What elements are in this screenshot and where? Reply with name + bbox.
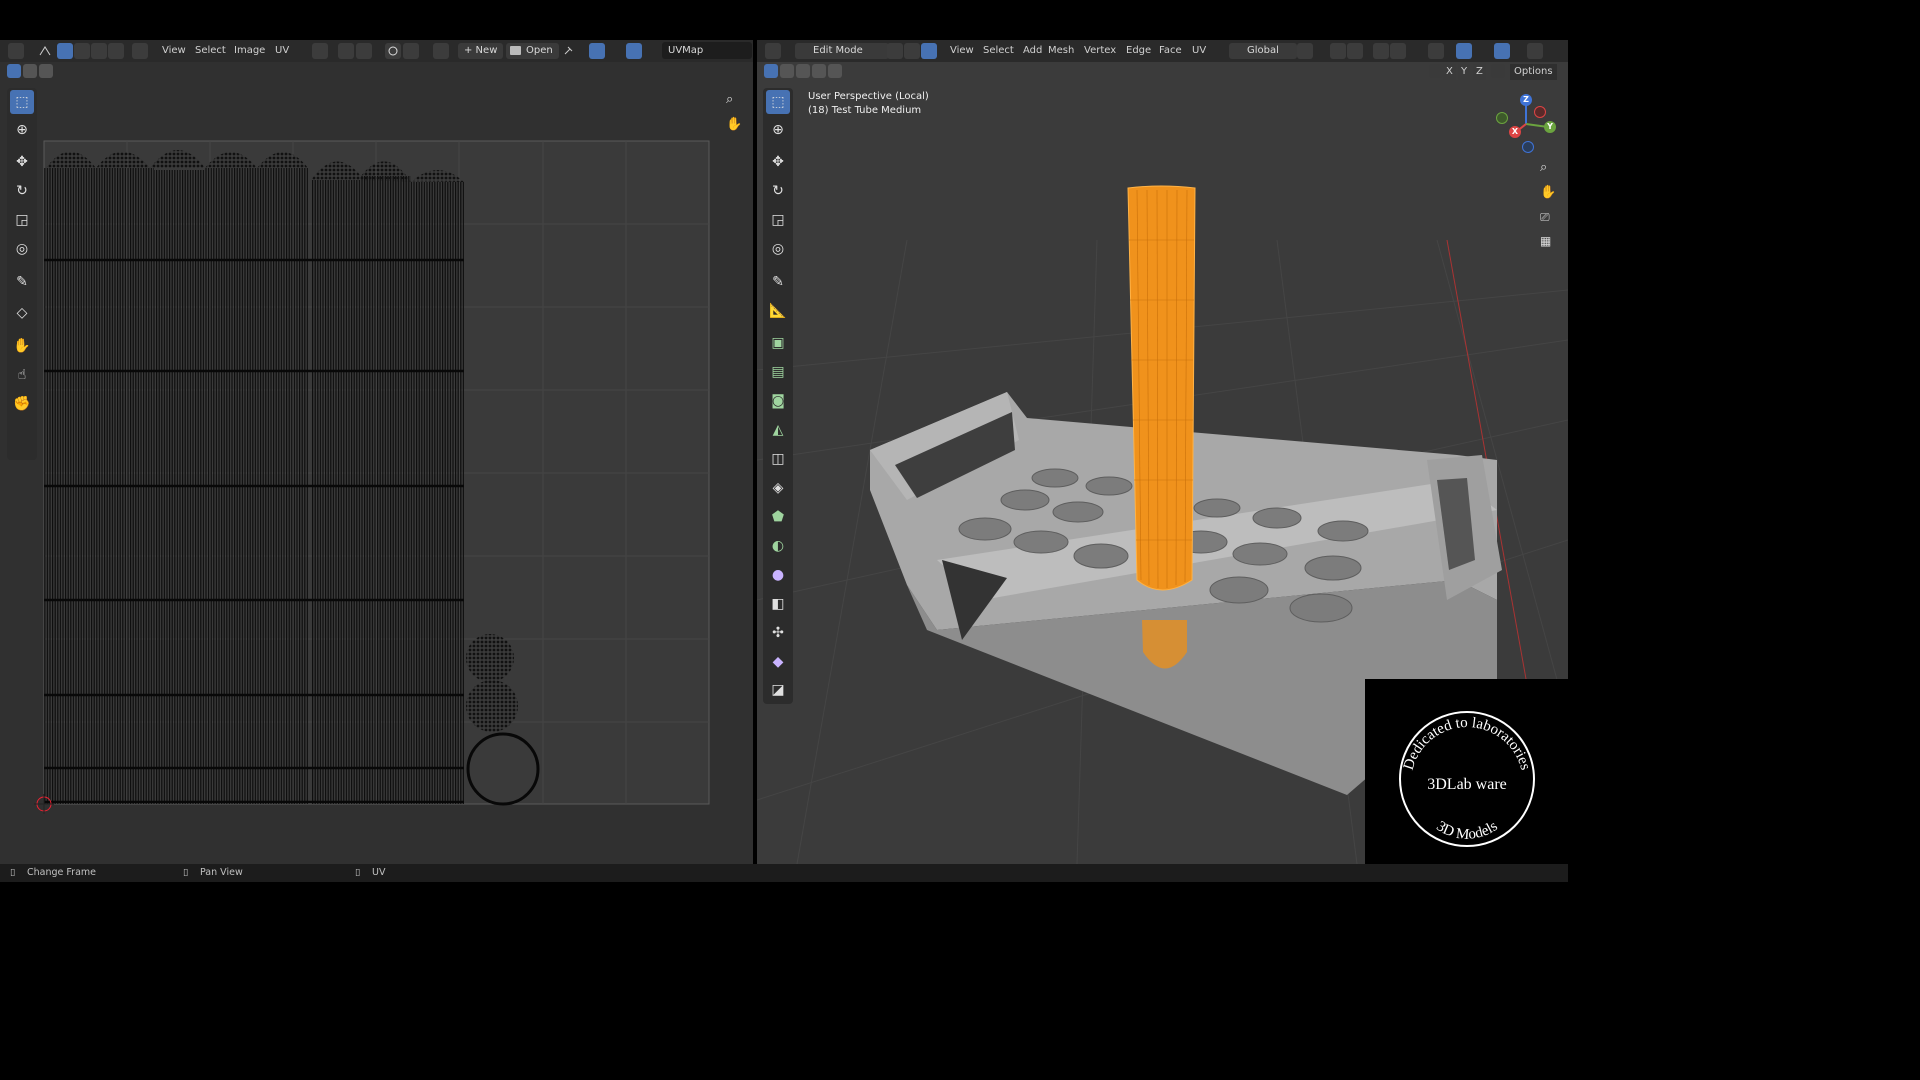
vp-falloff-icon[interactable] — [1390, 43, 1406, 59]
svg-text:Dedicated to laboratories: Dedicated to laboratories — [1401, 715, 1534, 772]
watermark-panel: Dedicated to laboratories 3DLab ware 3D … — [1365, 679, 1568, 864]
poly-build-tool[interactable]: ⬟ — [766, 505, 790, 529]
face-mode-icon[interactable] — [921, 43, 937, 59]
vp-menu-add[interactable]: Add — [1019, 43, 1046, 59]
watermark-arc-top: Dedicated to laboratories — [1401, 715, 1534, 772]
camera-icon[interactable]: ⎚ — [1540, 210, 1550, 225]
vp-select-invert-icon[interactable] — [812, 64, 826, 78]
vp-zoom-icon[interactable]: ⌕ — [1540, 160, 1547, 175]
vp-menu-mesh[interactable]: Mesh — [1044, 43, 1078, 59]
watermark-seal: Dedicated to laboratories 3DLab ware 3D … — [1399, 711, 1535, 847]
viewport-header: Edit Mode View Select Add Mesh Vertex Ed… — [757, 40, 1568, 62]
inset-tool[interactable]: ◙ — [766, 389, 790, 413]
gizmo-neg-z[interactable] — [1522, 141, 1534, 153]
gizmo-x[interactable]: X — [1509, 126, 1521, 138]
vp-scale-tool[interactable]: ◲ — [766, 208, 790, 232]
status-pan-view: Pan View — [200, 867, 243, 878]
vp-move-tool[interactable]: ✥ — [766, 150, 790, 174]
vp-gizmo-icon[interactable] — [1456, 43, 1472, 59]
vp-select-subtract-icon[interactable] — [796, 64, 810, 78]
status-uv: UV — [372, 867, 386, 878]
viewport-subheader: X Y Z Options — [757, 62, 1568, 82]
navigation-gizmo[interactable]: Z Y X — [1494, 92, 1558, 156]
top-black-bar — [0, 0, 1568, 40]
status-bar: ▯ Change Frame ▯ Pan View ▯ UV — [0, 864, 1568, 882]
gizmo-neg-y[interactable] — [1496, 112, 1508, 124]
watermark-arc-bottom: 3D Models — [1433, 818, 1500, 843]
mouse-icon-2: ▯ — [183, 867, 189, 878]
mouse-icon-1: ▯ — [10, 867, 16, 878]
rip-region-tool[interactable]: ◪ — [766, 678, 790, 702]
viewport-toolbar: ⬚ ⊕ ✥ ↻ ◲ ◎ ✎ 📐 ▣ ▤ ◙ ◭ ◫ ◈ ⬟ ◐ ● ◧ ✣ ◆ … — [763, 88, 793, 704]
view-name-text: User Perspective (Local) — [808, 91, 929, 102]
smooth-tool[interactable]: ● — [766, 563, 790, 587]
mode-label: Edit Mode — [813, 45, 863, 56]
uv-islands — [44, 150, 540, 806]
shrink-fatten-tool[interactable]: ✣ — [766, 621, 790, 645]
visibility-icon[interactable] — [1428, 43, 1444, 59]
vp-menu-edge[interactable]: Edge — [1122, 43, 1155, 59]
mode-dropdown[interactable]: Edit Mode — [795, 43, 889, 59]
spin-tool[interactable]: ◐ — [766, 534, 790, 558]
mouse-icon-3: ▯ — [355, 867, 361, 878]
gizmo-z[interactable]: Z — [1520, 94, 1532, 106]
pivot-point-icon[interactable] — [1297, 43, 1313, 59]
vertex-mode-icon[interactable] — [887, 43, 903, 59]
vp-select-box-tool[interactable]: ⬚ — [766, 90, 790, 114]
gizmo-neg-x[interactable] — [1534, 106, 1546, 118]
mirror-y[interactable]: Y — [1458, 64, 1471, 80]
vp-annotate-tool[interactable]: ✎ — [766, 270, 790, 294]
edge-slide-tool[interactable]: ◧ — [766, 592, 790, 616]
auto-merge-icon[interactable] — [1491, 64, 1505, 78]
svg-text:3D Models: 3D Models — [1433, 818, 1500, 843]
options-dropdown[interactable]: Options — [1510, 64, 1557, 80]
vp-select-new-icon[interactable] — [764, 64, 778, 78]
measure-tool[interactable]: 📐 — [766, 299, 790, 323]
mirror-icon[interactable] — [1429, 64, 1443, 78]
loop-cut-tool[interactable]: ◫ — [766, 447, 790, 471]
vp-select-extend-icon[interactable] — [780, 64, 794, 78]
vp-rotate-tool[interactable]: ↻ — [766, 179, 790, 203]
viewport-info: User Perspective (Local) (18) Test Tube … — [808, 90, 929, 118]
gizmo-y[interactable]: Y — [1544, 121, 1556, 133]
orientation-dropdown[interactable]: Global — [1229, 43, 1297, 59]
vp-menu-view[interactable]: View — [946, 43, 978, 59]
vp-snap-target-icon[interactable] — [1347, 43, 1363, 59]
vp-transform-tool[interactable]: ◎ — [766, 237, 790, 261]
uv-editor-area[interactable]: View Select Image UV + New Open UVMap ⬚ … — [0, 40, 753, 864]
vp-menu-vertex[interactable]: Vertex — [1080, 43, 1120, 59]
vp-select-intersect-icon[interactable] — [828, 64, 842, 78]
add-cube-tool[interactable]: ▣ — [766, 331, 790, 355]
viewport-editor-type-icon[interactable] — [765, 43, 781, 59]
vp-hand-icon[interactable]: ✋ — [1540, 185, 1556, 200]
edge-mode-icon[interactable] — [904, 43, 920, 59]
vp-snap-icon[interactable] — [1330, 43, 1346, 59]
vp-overlay-icon[interactable] — [1494, 43, 1510, 59]
vp-proportional-icon[interactable] — [1373, 43, 1389, 59]
grid-icon[interactable]: ▦ — [1540, 234, 1551, 248]
shear-tool[interactable]: ◆ — [766, 650, 790, 674]
mirror-x[interactable]: X — [1443, 64, 1456, 80]
orientation-label: Global — [1247, 45, 1279, 56]
knife-tool[interactable]: ◈ — [766, 476, 790, 500]
vp-cursor-tool[interactable]: ⊕ — [766, 118, 790, 142]
mirror-z[interactable]: Z — [1473, 64, 1486, 80]
status-change-frame: Change Frame — [27, 867, 96, 878]
extrude-tool[interactable]: ▤ — [766, 360, 790, 384]
vp-menu-face[interactable]: Face — [1155, 43, 1186, 59]
vp-menu-select[interactable]: Select — [979, 43, 1018, 59]
vp-menu-uv[interactable]: UV — [1188, 43, 1210, 59]
bevel-tool[interactable]: ◭ — [766, 418, 790, 442]
watermark-brand: 3DLab ware — [1427, 776, 1507, 793]
uv-canvas[interactable] — [0, 40, 753, 864]
xray-icon[interactable] — [1527, 43, 1543, 59]
object-name-text: (18) Test Tube Medium — [808, 105, 922, 116]
